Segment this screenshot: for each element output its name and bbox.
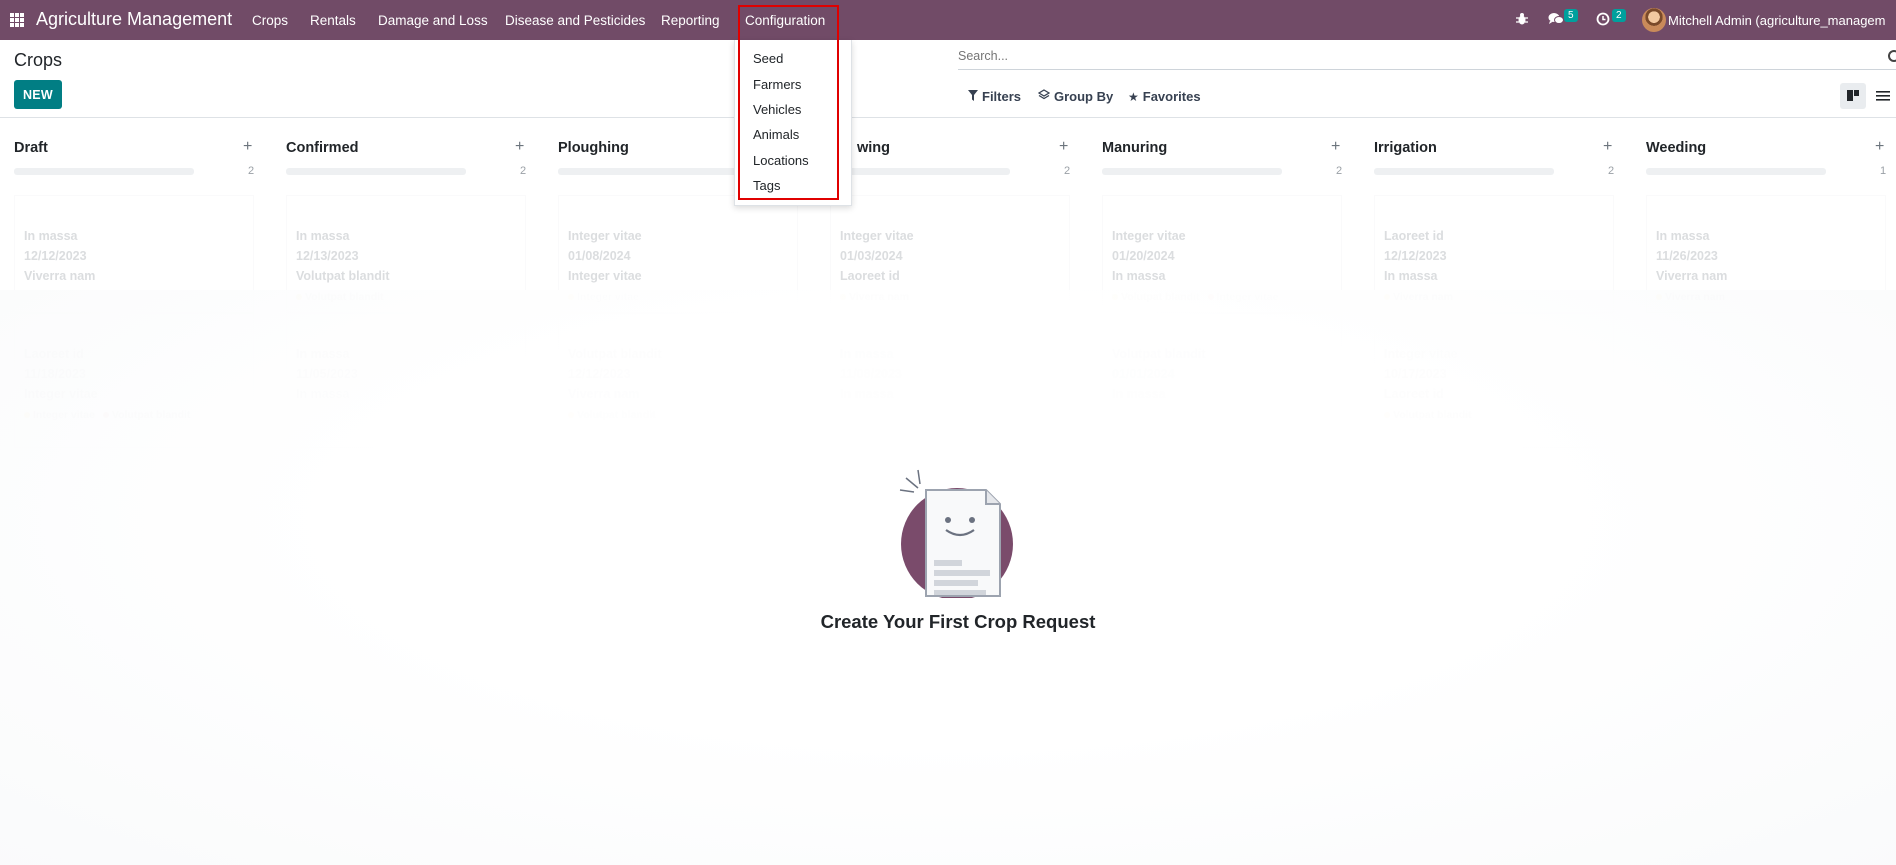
card-field: In massa	[1112, 269, 1166, 283]
column-progress-bar	[1102, 168, 1282, 175]
column-quick-create-icon[interactable]: +	[515, 138, 524, 156]
kanban-column-title[interactable]: wing	[857, 140, 890, 156]
favorites-label: Favorites	[1142, 89, 1201, 104]
configuration-dropdown	[734, 40, 852, 206]
column-progress-bar	[286, 168, 466, 175]
card-field: 12/13/2023	[296, 249, 359, 263]
kanban-view-button[interactable]	[1840, 83, 1866, 109]
card-field: Viverra nam	[1656, 269, 1728, 283]
activities-badge: 2	[1612, 9, 1626, 22]
star-icon: ★	[1128, 89, 1139, 104]
menu-reporting[interactable]: Reporting	[661, 13, 720, 28]
column-record-count: 2	[1608, 165, 1615, 177]
layers-icon	[1037, 89, 1051, 104]
list-view-button[interactable]	[1870, 83, 1896, 109]
kanban-view-icon	[1847, 90, 1859, 101]
apps-menu-icon[interactable]	[10, 13, 24, 27]
column-quick-create-icon[interactable]: +	[1603, 138, 1612, 156]
dropdown-item-vehicles[interactable]: Vehicles	[753, 102, 801, 117]
card-field: Volutpat blandit	[296, 269, 390, 283]
debug-bug-icon[interactable]	[1515, 12, 1529, 29]
column-record-count: 2	[520, 165, 527, 177]
card-field: 12/12/2023	[24, 249, 87, 263]
card-field: 01/08/2024	[568, 249, 631, 263]
column-quick-create-icon[interactable]: +	[243, 138, 252, 156]
card-field: Integer vitae	[568, 269, 642, 283]
card-field: 11/26/2023	[1656, 249, 1718, 263]
kanban-column-title[interactable]: Ploughing	[558, 140, 629, 156]
filters-label: Filters	[982, 89, 1022, 104]
column-progress-bar	[1646, 168, 1826, 175]
kanban-column-title[interactable]: Manuring	[1102, 140, 1167, 156]
user-menu[interactable]: Mitchell Admin (agriculture_managem	[1668, 13, 1885, 28]
column-progress-bar	[830, 168, 1010, 175]
group-by-label: Group By	[1054, 89, 1114, 104]
search-input[interactable]	[958, 49, 1858, 63]
column-progress-bar	[1374, 168, 1554, 175]
dropdown-item-locations[interactable]: Locations	[753, 153, 809, 168]
card-field: In massa	[1656, 229, 1710, 243]
menu-disease-and-pesticides[interactable]: Disease and Pesticides	[505, 13, 645, 28]
filter-funnel-icon	[968, 89, 978, 104]
column-record-count: 2	[1336, 165, 1343, 177]
menu-rentals[interactable]: Rentals	[310, 13, 356, 28]
kanban-column-title[interactable]: Confirmed	[286, 140, 359, 156]
menu-crops[interactable]: Crops	[252, 13, 288, 28]
user-avatar[interactable]	[1642, 8, 1666, 32]
column-progress-bar	[558, 168, 738, 175]
card-field: In massa	[1384, 269, 1438, 283]
list-view-icon	[1876, 91, 1890, 101]
card-field: 01/03/2024	[840, 249, 903, 263]
card-field: Integer vitae	[840, 229, 914, 243]
search-icon[interactable]	[1888, 50, 1896, 62]
page-title: Crops	[14, 50, 63, 70]
card-field: 01/20/2024	[1112, 249, 1175, 263]
activities-clock-icon[interactable]	[1596, 12, 1610, 29]
column-quick-create-icon[interactable]: +	[1331, 138, 1340, 156]
menu-damage-and-loss[interactable]: Damage and Loss	[378, 13, 488, 28]
messages-icon[interactable]	[1548, 12, 1564, 29]
empty-state-title: Create Your First Crop Request	[820, 611, 1096, 632]
column-quick-create-icon[interactable]: +	[1059, 138, 1068, 156]
dropdown-item-farmers[interactable]: Farmers	[753, 77, 801, 92]
kanban-column-title[interactable]: Draft	[14, 140, 48, 156]
card-field: In massa	[296, 229, 350, 243]
dropdown-item-tags[interactable]: Tags	[753, 178, 780, 193]
column-record-count: 2	[1064, 165, 1071, 177]
group-by-button[interactable]: Group By	[1037, 89, 1114, 104]
card-field: In massa	[24, 229, 78, 243]
card-field: 12/12/2023	[1384, 249, 1447, 263]
filters-button[interactable]: Filters	[968, 89, 1021, 104]
column-record-count: 2	[248, 165, 255, 177]
column-record-count: 1	[1880, 165, 1887, 177]
kanban-column-title[interactable]: Irrigation	[1374, 140, 1437, 156]
kanban-column-title[interactable]: Weeding	[1646, 140, 1706, 156]
card-field: Viverra nam	[24, 269, 96, 283]
card-field: Integer vitae	[1112, 229, 1186, 243]
column-progress-bar	[14, 168, 194, 175]
new-button[interactable]: NEW	[14, 80, 62, 109]
favorites-button[interactable]: ★ Favorites	[1128, 89, 1201, 104]
top-navbar: Agriculture Management Crops Rentals Dam…	[0, 0, 1896, 40]
dropdown-item-animals[interactable]: Animals	[753, 127, 799, 142]
app-brand[interactable]: Agriculture Management	[36, 9, 232, 30]
card-field: Integer vitae	[568, 229, 642, 243]
column-quick-create-icon[interactable]: +	[1875, 138, 1884, 156]
card-field: Laoreet id	[840, 269, 900, 283]
empty-document-illustration	[898, 468, 1016, 600]
card-field: Laoreet id	[1384, 229, 1444, 243]
menu-configuration[interactable]: Configuration	[745, 13, 825, 28]
dropdown-item-seed[interactable]: Seed	[753, 51, 783, 66]
messages-badge: 5	[1564, 9, 1578, 22]
